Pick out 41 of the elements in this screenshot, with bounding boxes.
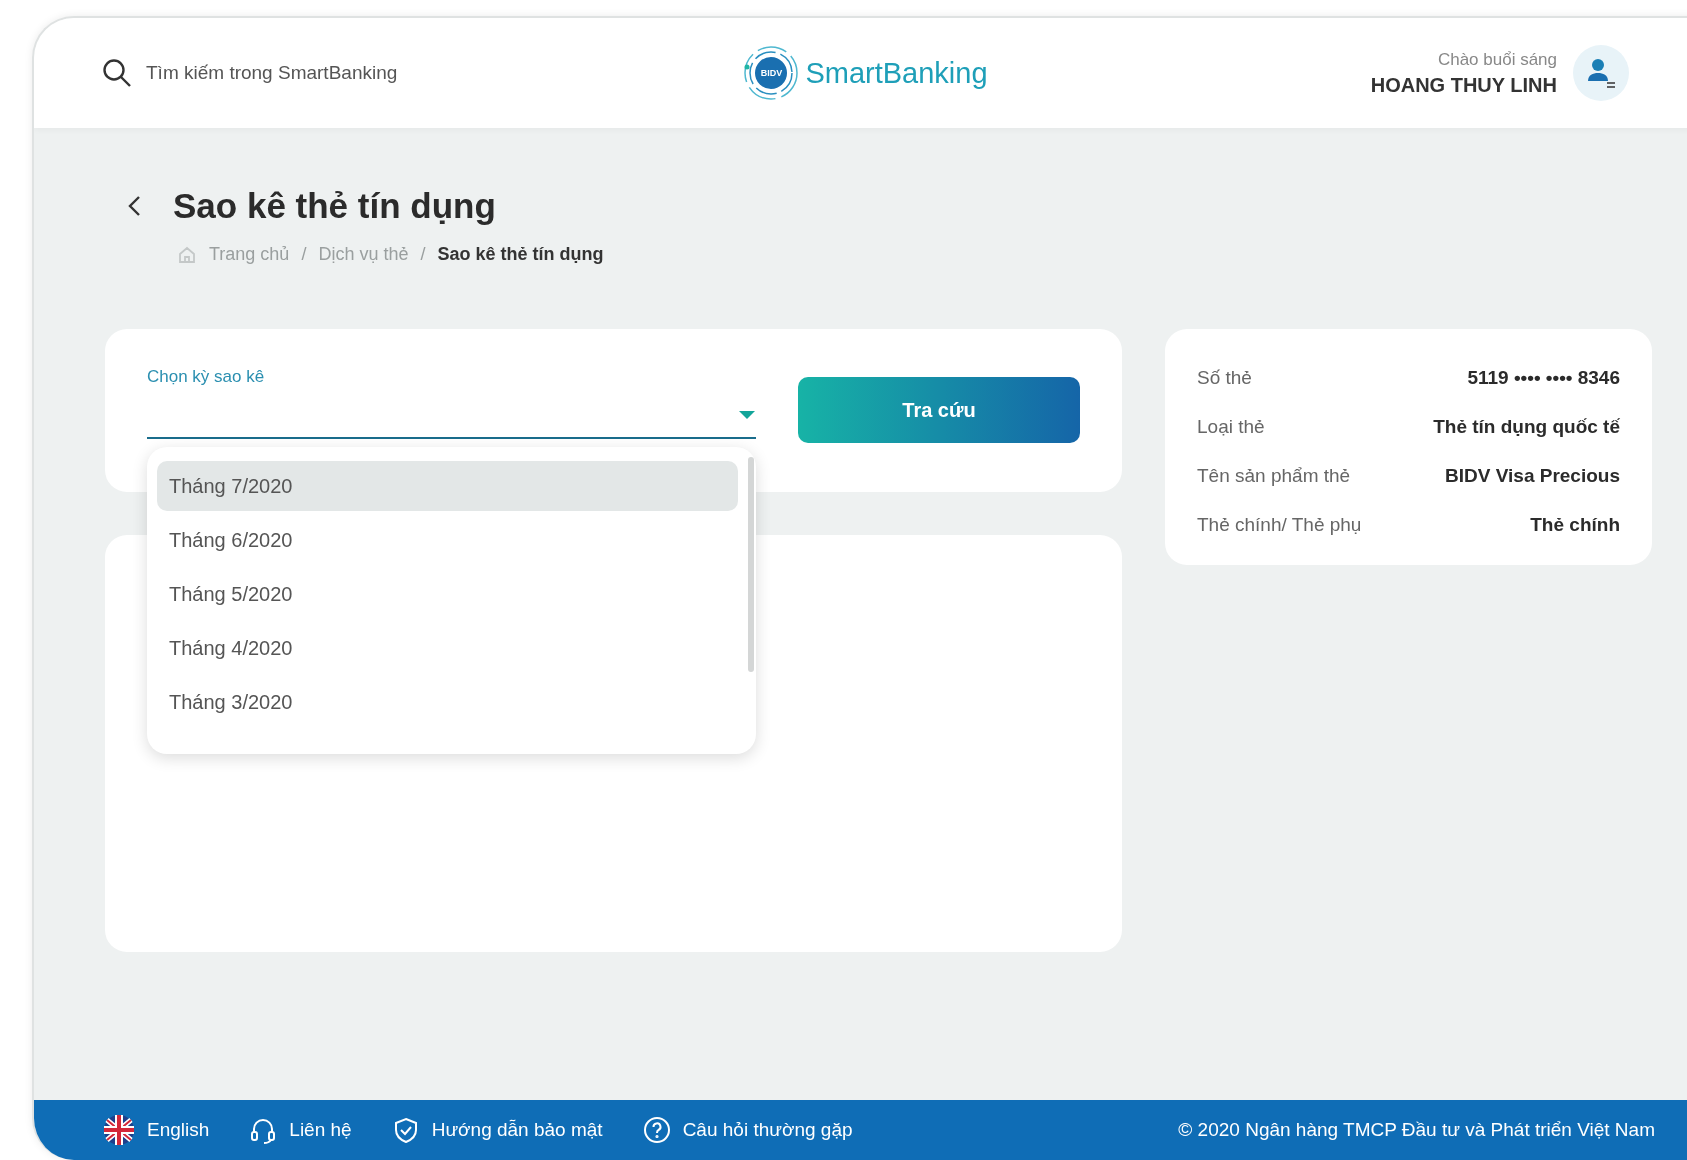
brand-name: SmartBanking bbox=[805, 56, 988, 90]
period-option[interactable]: Tháng 5/2020 bbox=[157, 569, 738, 619]
footer-link[interactable]: Hướng dẫn bảo mật bbox=[391, 1114, 603, 1146]
period-option[interactable]: Tháng 6/2020 bbox=[157, 515, 738, 565]
info-label: Loại thẻ bbox=[1197, 415, 1265, 438]
dropdown-caret-icon bbox=[738, 409, 756, 421]
footer-link-label: Câu hỏi thường gặp bbox=[682, 1119, 853, 1141]
breadcrumb-link[interactable]: Sao kê thẻ tín dụng bbox=[437, 244, 604, 265]
info-value: Thẻ tín dụng quốc tế bbox=[1433, 415, 1620, 438]
breadcrumb-separator: / bbox=[301, 244, 307, 265]
breadcrumb-separator: / bbox=[420, 244, 426, 265]
footer-link-label: Liên hệ bbox=[289, 1119, 352, 1141]
info-label: Số thẻ bbox=[1197, 366, 1252, 389]
search-icon[interactable] bbox=[102, 58, 132, 88]
info-value: BIDV Visa Precious bbox=[1445, 464, 1620, 487]
avatar[interactable] bbox=[1573, 45, 1629, 101]
footer-link[interactable]: Liên hệ bbox=[249, 1114, 352, 1146]
greeting-text: Chào buổi sáng bbox=[1437, 49, 1557, 70]
info-value: 5119 •••• •••• 8346 bbox=[1467, 366, 1620, 389]
flag-icon bbox=[103, 1114, 135, 1146]
footer-link-label: Hướng dẫn bảo mật bbox=[431, 1119, 603, 1141]
footer-link[interactable]: English bbox=[103, 1114, 210, 1146]
bank-logo-badge: BIDV bbox=[743, 45, 800, 101]
page-title: Sao kê thẻ tín dụng bbox=[173, 186, 496, 226]
search-field[interactable]: Tìm kiếm trong SmartBanking bbox=[144, 61, 468, 85]
footer-link-label: English bbox=[147, 1119, 210, 1141]
home-icon bbox=[177, 244, 197, 265]
period-option[interactable]: Tháng 7/2020 bbox=[157, 461, 738, 511]
search-submit-button[interactable]: Tra cứu bbox=[798, 377, 1080, 443]
period-option[interactable]: Tháng 4/2020 bbox=[157, 623, 738, 673]
scrollbar[interactable] bbox=[748, 457, 754, 672]
footer-link[interactable]: Câu hỏi thường gặp bbox=[642, 1114, 853, 1146]
headset-icon bbox=[249, 1116, 278, 1144]
info-label: Tên sản phẩm thẻ bbox=[1197, 464, 1351, 487]
info-label: Thẻ chính/ Thẻ phụ bbox=[1197, 513, 1362, 536]
period-option[interactable]: Tháng 3/2020 bbox=[157, 677, 738, 727]
help-icon bbox=[642, 1116, 671, 1144]
field-label: Chọn kỳ sao kê bbox=[147, 367, 266, 387]
info-value: Thẻ chính bbox=[1530, 513, 1620, 536]
user-name: HOANG THUY LINH bbox=[1370, 73, 1557, 97]
copyright-text: © 2020 Ngân hàng TMCP Đầu tư và Phát triển Việt Nam bbox=[1178, 1119, 1655, 1141]
